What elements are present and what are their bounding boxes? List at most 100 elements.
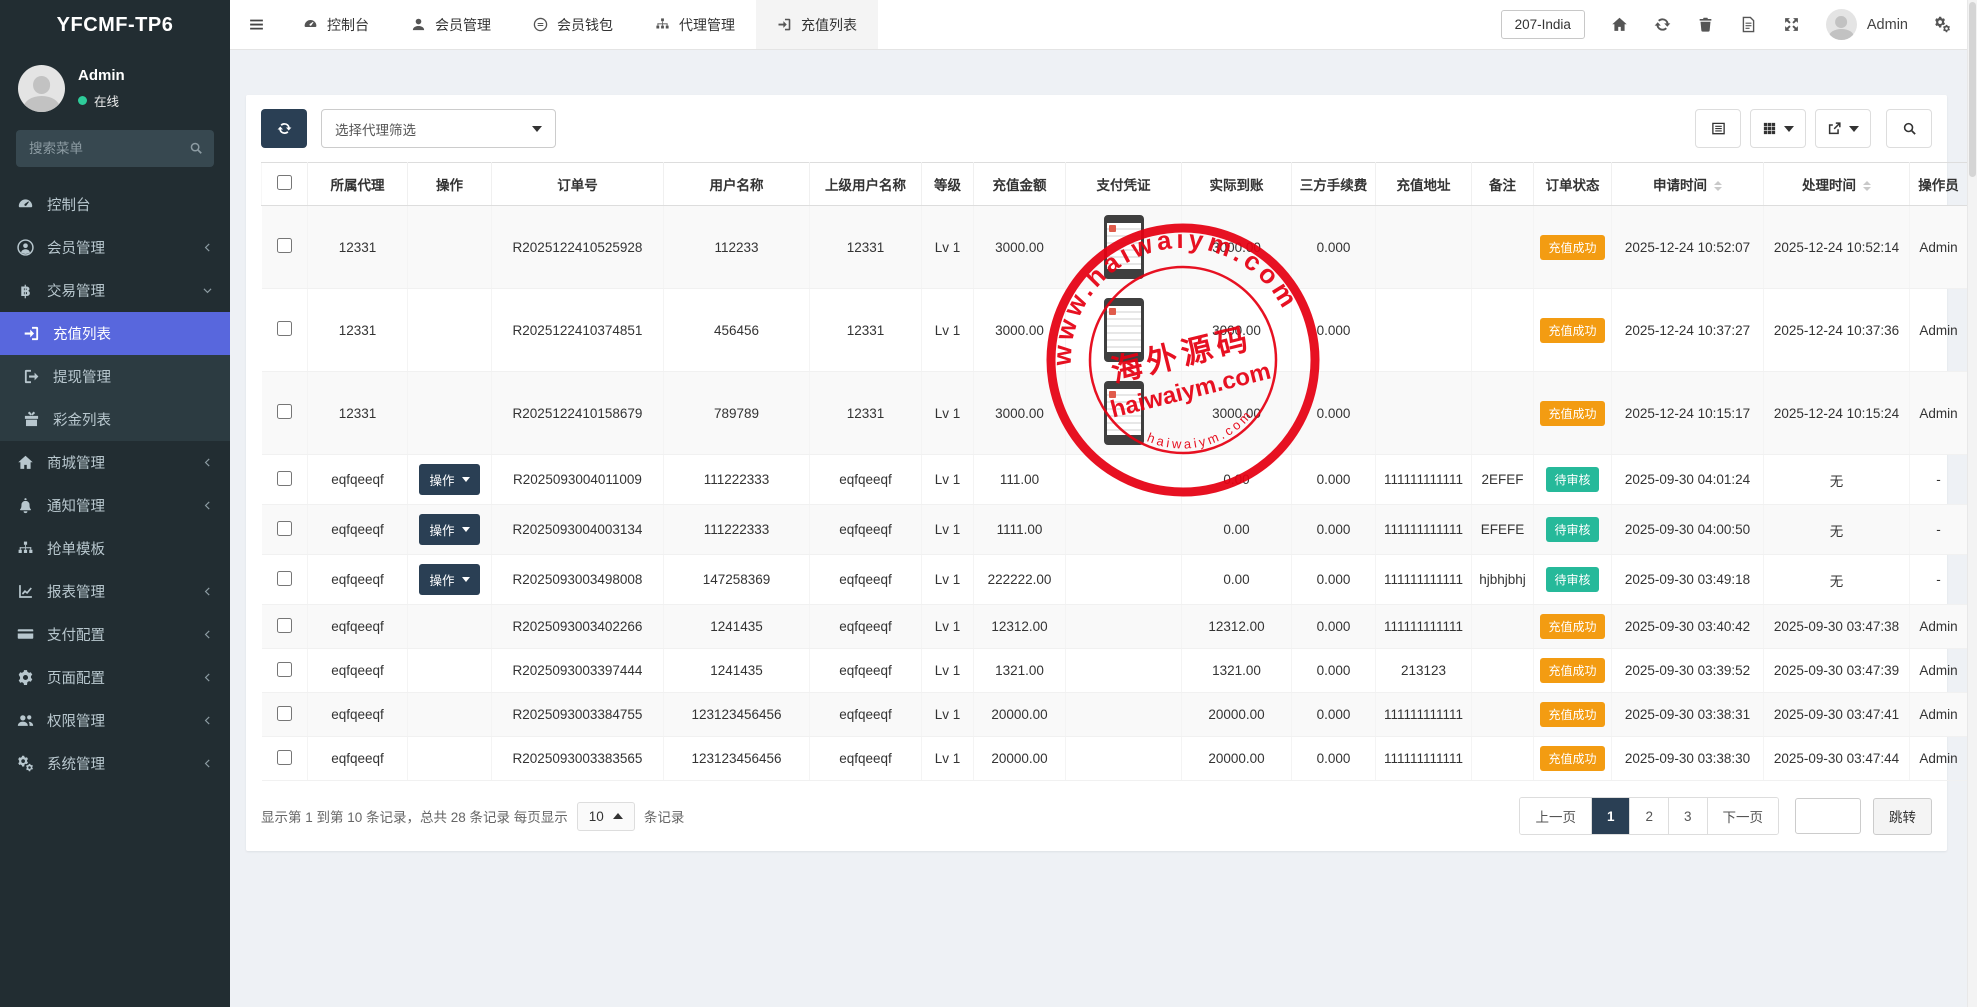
tab-member-wallet[interactable]: 会员钱包 xyxy=(512,0,634,49)
sidebar-item-page-config[interactable]: 页面配置 xyxy=(0,656,230,699)
cell-action xyxy=(408,372,492,455)
row-checkbox[interactable] xyxy=(277,521,292,536)
cell-amount: 3000.00 xyxy=(974,372,1066,455)
page-jump-input[interactable] xyxy=(1795,798,1861,834)
cell-operator: Admin xyxy=(1910,605,1968,649)
cell-agent: eqfqeeqf xyxy=(308,737,408,781)
cell-third_fee: 0.000 xyxy=(1292,649,1376,693)
cell-username: 111222333 xyxy=(664,455,810,505)
expand-button[interactable] xyxy=(1783,16,1800,33)
tab-agent-mgmt[interactable]: 代理管理 xyxy=(634,0,756,49)
cell-proof xyxy=(1066,693,1182,737)
user-status: 在线 xyxy=(78,91,125,110)
row-checkbox[interactable] xyxy=(277,238,292,253)
gauge-icon xyxy=(17,196,34,213)
sidebar-item-system-mgmt[interactable]: 系统管理 xyxy=(0,742,230,785)
scrollbar-thumb[interactable] xyxy=(1969,2,1976,177)
sidebar-item-order-template[interactable]: 抢单模板 xyxy=(0,527,230,570)
sidebar-item-mall-mgmt[interactable]: 商城管理 xyxy=(0,441,230,484)
payment-proof-thumbnail[interactable] xyxy=(1104,215,1144,279)
admin-menu[interactable]: Admin xyxy=(1826,9,1908,40)
cell-status: 充值成功 xyxy=(1534,737,1612,781)
cell-actual_amount: 20000.00 xyxy=(1182,737,1292,781)
chevron-down-icon xyxy=(1849,126,1859,132)
home-button[interactable] xyxy=(1611,16,1628,33)
tab-recharge-list[interactable]: 充值列表 xyxy=(756,0,878,49)
page-button-2[interactable]: 2 xyxy=(1630,798,1669,834)
payment-proof-thumbnail[interactable] xyxy=(1104,298,1144,362)
sidebar-toggle-button[interactable] xyxy=(230,0,282,49)
sidebar-item-member-mgmt[interactable]: 会员管理 xyxy=(0,226,230,269)
col-process_time[interactable]: 处理时间 xyxy=(1764,163,1910,206)
prev-page-button[interactable]: 上一页 xyxy=(1520,798,1592,834)
select-all-checkbox[interactable] xyxy=(277,175,292,190)
table-search-button[interactable] xyxy=(1886,109,1932,148)
cell-level: Lv 1 xyxy=(922,455,974,505)
cell-level: Lv 1 xyxy=(922,505,974,555)
columns-view-button[interactable] xyxy=(1750,109,1806,148)
row-checkbox[interactable] xyxy=(277,471,292,486)
user-name: Admin xyxy=(78,67,125,84)
cell-action: 操作 xyxy=(408,455,492,505)
column-header-label: 订单状态 xyxy=(1546,178,1600,193)
refresh-button[interactable] xyxy=(1654,16,1671,33)
sidebar-item-recharge-list[interactable]: 充值列表 xyxy=(0,312,230,355)
sidebar-item-withdraw-mgmt[interactable]: 提现管理 xyxy=(0,355,230,398)
row-action-button[interactable]: 操作 xyxy=(419,514,479,545)
row-checkbox[interactable] xyxy=(277,404,292,419)
cell-remark: 2EFEF xyxy=(1472,455,1534,505)
content-area: 选择代理筛选 所属代理操作订单号用户名称上级用户名称等级充值金额支付凭证实际到账… xyxy=(230,50,1977,1007)
agent-filter-select[interactable]: 选择代理筛选 xyxy=(321,109,556,148)
page-size-select[interactable]: 10 xyxy=(577,802,635,831)
tab-member-mgmt[interactable]: 会员管理 xyxy=(390,0,512,49)
clear-button[interactable] xyxy=(1740,16,1757,33)
sidebar-item-pay-config[interactable]: 支付配置 xyxy=(0,613,230,656)
gift-icon xyxy=(23,411,40,428)
row-checkbox[interactable] xyxy=(277,706,292,721)
cell-address: 111111111111 xyxy=(1376,693,1472,737)
trash-button[interactable] xyxy=(1697,16,1714,33)
refresh-button[interactable] xyxy=(261,109,307,148)
row-checkbox[interactable] xyxy=(277,750,292,765)
row-checkbox[interactable] xyxy=(277,321,292,336)
sidebar-item-notice-mgmt[interactable]: 通知管理 xyxy=(0,484,230,527)
page-jump-button[interactable]: 跳转 xyxy=(1873,798,1932,835)
menu-search-input[interactable] xyxy=(16,130,214,167)
col-apply_time[interactable]: 申请时间 xyxy=(1612,163,1764,206)
tab-dashboard[interactable]: 控制台 xyxy=(282,0,390,49)
admin-avatar xyxy=(1826,9,1857,40)
row-checkbox[interactable] xyxy=(277,571,292,586)
cell-remark xyxy=(1472,206,1534,289)
site-selector-button[interactable]: 207-India xyxy=(1501,10,1585,39)
sidebar-item-label: 交易管理 xyxy=(47,280,189,301)
export-view-button[interactable] xyxy=(1815,109,1871,148)
next-page-button[interactable]: 下一页 xyxy=(1708,798,1779,834)
sidebar-item-trade-mgmt[interactable]: ฿交易管理 xyxy=(0,269,230,312)
row-action-button[interactable]: 操作 xyxy=(419,464,479,495)
signin-icon xyxy=(23,325,40,342)
scrollbar[interactable] xyxy=(1967,0,1977,1007)
cell-process_time: 2025-09-30 03:47:41 xyxy=(1764,693,1910,737)
col-status: 订单状态 xyxy=(1534,163,1612,206)
row-checkbox[interactable] xyxy=(277,662,292,677)
row-action-button[interactable]: 操作 xyxy=(419,564,479,595)
cell-parent_username: eqfqeeqf xyxy=(810,555,922,605)
payment-proof-thumbnail[interactable] xyxy=(1104,381,1144,445)
menu-icon xyxy=(248,16,265,33)
detail-view-button[interactable] xyxy=(1695,109,1741,148)
sidebar-item-dashboard[interactable]: 控制台 xyxy=(0,183,230,226)
cell-order_no: R2025122410374851 xyxy=(492,289,664,372)
cell-third_fee: 0.000 xyxy=(1292,605,1376,649)
export-icon xyxy=(1827,121,1842,136)
settings-button[interactable] xyxy=(1934,16,1951,33)
column-header-label: 操作 xyxy=(436,178,463,193)
page-button-1[interactable]: 1 xyxy=(1592,798,1631,834)
sidebar-item-perm-mgmt[interactable]: 权限管理 xyxy=(0,699,230,742)
page-button-3[interactable]: 3 xyxy=(1669,798,1708,834)
sidebar-item-bonus-list[interactable]: 彩金列表 xyxy=(0,398,230,441)
row-checkbox[interactable] xyxy=(277,618,292,633)
cell-agent: 12331 xyxy=(308,206,408,289)
cell-parent_username: eqfqeeqf xyxy=(810,693,922,737)
status-badge: 待审核 xyxy=(1546,467,1598,492)
sidebar-item-report-mgmt[interactable]: 报表管理 xyxy=(0,570,230,613)
